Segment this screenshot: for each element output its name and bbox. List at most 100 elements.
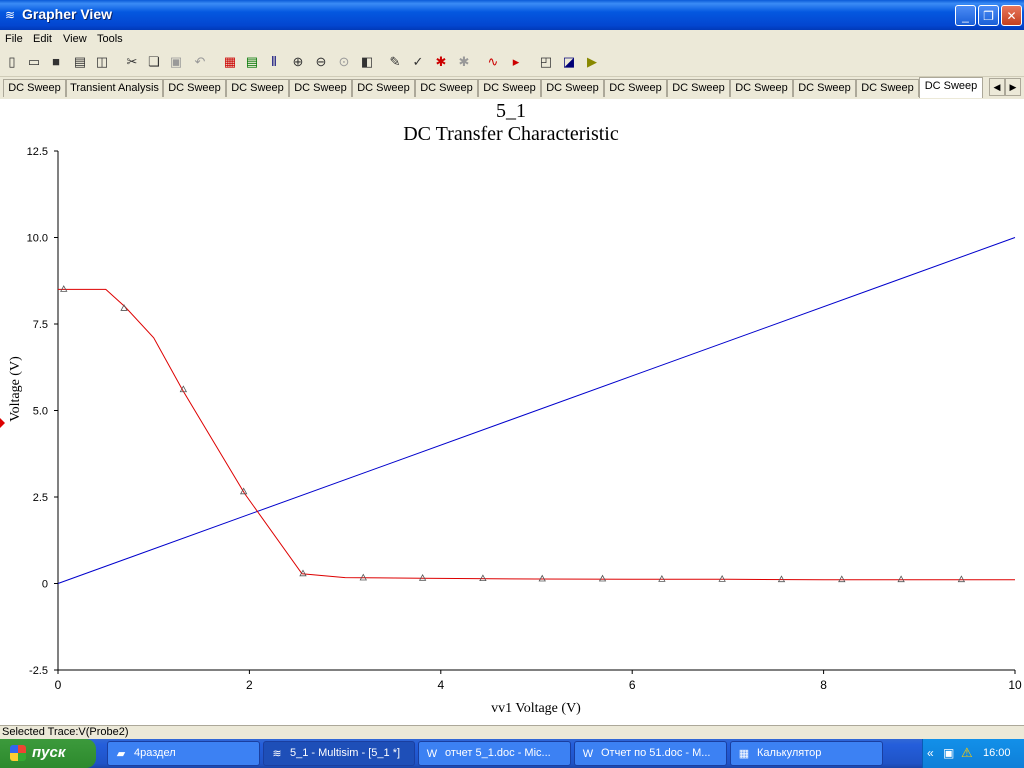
- y-tick-label: 5.0: [33, 406, 48, 418]
- tab-dc-sweep-active[interactable]: DC Sweep: [919, 77, 983, 98]
- taskbar: пуск ▰ 4раздел ≋ 5_1 - Multisim - [5_1 *…: [0, 739, 1024, 768]
- x-tick-label: 6: [629, 678, 636, 692]
- menu-edit[interactable]: Edit: [33, 33, 52, 45]
- tab-dc-sweep[interactable]: DC Sweep: [793, 79, 856, 97]
- cursors-icon[interactable]: ⫴: [266, 54, 282, 70]
- tab-scroll-left-icon[interactable]: ◀: [989, 78, 1005, 96]
- open-icon[interactable]: ▭: [26, 54, 42, 70]
- menu-bar: File Edit View Tools: [0, 30, 1024, 49]
- clock: 16:00: [983, 747, 1011, 759]
- minimize-button[interactable]: _: [955, 5, 976, 26]
- word-icon: W: [426, 748, 438, 760]
- select-marks-icon[interactable]: ▸: [508, 54, 524, 70]
- data-point-marker: [957, 575, 966, 583]
- windows-logo-icon: [10, 745, 26, 761]
- overlay-icon[interactable]: ◰: [538, 54, 554, 70]
- data-point-marker: [598, 574, 607, 582]
- plot-area[interactable]: 5_1 DC Transfer Characteristic -2.5 0 2.5 5.0…: [0, 99, 1024, 725]
- y-axis-label: Voltage (V): [8, 356, 23, 422]
- save-icon[interactable]: ■: [48, 54, 64, 70]
- start-button[interactable]: пуск: [0, 739, 96, 768]
- export-lab-icon[interactable]: ✱: [456, 54, 472, 70]
- y-tick-label: -2.5: [29, 665, 48, 677]
- taskbar-item-word-2[interactable]: W Отчет по 51.doc - M...: [574, 741, 727, 766]
- tab-transient-analysis[interactable]: Transient Analysis: [66, 79, 163, 97]
- tab-dc-sweep[interactable]: DC Sweep: [478, 79, 541, 97]
- grid-icon[interactable]: ▦: [222, 54, 238, 70]
- y-tick-label: 0: [42, 579, 48, 591]
- tab-dc-sweep[interactable]: DC Sweep: [3, 79, 66, 97]
- trace-icon[interactable]: ∿: [485, 54, 501, 70]
- toggle-background-icon[interactable]: ◧: [359, 54, 375, 70]
- tab-dc-sweep[interactable]: DC Sweep: [352, 79, 415, 97]
- y-tick-label: 10.0: [27, 233, 48, 245]
- data-point-marker: [718, 575, 726, 582]
- taskbar-item-word-1[interactable]: W отчет 5_1.doc - Mic...: [418, 741, 571, 766]
- export-icon[interactable]: ✎: [387, 54, 403, 70]
- export-mathcad-icon[interactable]: ✱: [433, 54, 449, 70]
- copy-icon[interactable]: ❏: [146, 54, 162, 70]
- reverse-colors-icon[interactable]: ◪: [561, 54, 577, 70]
- taskbar-item-label: Отчет по 51.doc - M...: [601, 747, 711, 759]
- data-point-marker: [538, 574, 546, 582]
- chart-svg[interactable]: 5_1DC Transfer Characteristic -2.5 0 2.5 5.0…: [0, 99, 1024, 725]
- restore-button[interactable]: ❐: [978, 5, 999, 26]
- chart-subtitle: DC Transfer Characteristic: [403, 123, 619, 145]
- export-excel-icon[interactable]: ✓: [410, 54, 426, 70]
- menu-file[interactable]: File: [5, 33, 23, 45]
- series-line-2: [58, 288, 1015, 581]
- data-point-marker: [897, 575, 905, 583]
- cut-icon[interactable]: ✂: [124, 54, 140, 70]
- paste-icon[interactable]: ▣: [168, 54, 184, 70]
- tab-dc-sweep[interactable]: DC Sweep: [289, 79, 352, 97]
- undo-icon[interactable]: ↶: [192, 54, 208, 70]
- multisim-icon: ≋: [272, 748, 282, 760]
- tab-dc-sweep[interactable]: DC Sweep: [604, 79, 667, 97]
- x-tick-label: 4: [437, 678, 444, 692]
- warning-icon[interactable]: ⚠: [961, 745, 973, 761]
- y-tick-label: 12.5: [27, 146, 48, 158]
- taskbar-item-label: Калькулятор: [757, 747, 822, 759]
- x-tick-label: 2: [246, 678, 253, 692]
- taskbar-item-calculator[interactable]: ▦ Калькулятор: [730, 741, 883, 766]
- system-tray: « ▣ ⚠ 16:00: [922, 739, 1024, 768]
- data-point-marker: [658, 575, 666, 582]
- taskbar-item-multisim[interactable]: ≋ 5_1 - Multisim - [5_1 *]: [263, 741, 415, 766]
- tab-dc-sweep[interactable]: DC Sweep: [856, 79, 919, 97]
- x-tick-label: 0: [55, 678, 62, 692]
- tab-scroll-right-icon[interactable]: ▶: [1005, 78, 1021, 96]
- data-point-marker: [479, 574, 487, 582]
- tab-dc-sweep[interactable]: DC Sweep: [730, 79, 793, 97]
- menu-tools[interactable]: Tools: [97, 33, 123, 45]
- grapher-icon: ≋: [5, 8, 16, 22]
- properties-icon[interactable]: ▶: [584, 54, 600, 70]
- taskbar-item-label: 4раздел: [134, 747, 176, 759]
- folder-icon: ▰: [116, 748, 126, 760]
- network-icon[interactable]: ▣: [943, 746, 954, 760]
- x-tick-label: 10: [1008, 678, 1022, 692]
- data-point-marker: [777, 575, 786, 583]
- legend-icon[interactable]: ▤: [244, 54, 260, 70]
- tab-dc-sweep[interactable]: DC Sweep: [541, 79, 604, 97]
- chart-title: 5_1: [496, 100, 526, 122]
- zoom-in-icon[interactable]: ⊕: [290, 54, 306, 70]
- tray-expand-icon[interactable]: «: [927, 746, 934, 760]
- status-bar: Selected Trace:V(Probe2): [0, 725, 1024, 740]
- data-point-marker: [359, 573, 367, 581]
- new-icon[interactable]: ▯: [4, 54, 20, 70]
- tab-dc-sweep[interactable]: DC Sweep: [667, 79, 730, 97]
- toolbar: ▯ ▭ ■ ▤ ◫ ✂ ❏ ▣ ↶ ▦ ▤ ⫴ ⊕ ⊖ ⊙ ◧ ✎ ✓ ✱ ✱ …: [0, 49, 1024, 77]
- data-point-marker: [838, 575, 846, 583]
- zoom-full-icon[interactable]: ⊙: [336, 54, 352, 70]
- taskbar-item-folder[interactable]: ▰ 4раздел: [107, 741, 260, 766]
- tab-dc-sweep[interactable]: DC Sweep: [226, 79, 289, 97]
- status-text: Selected Trace:V(Probe2): [2, 726, 129, 738]
- print-icon[interactable]: ▤: [72, 54, 88, 70]
- tab-dc-sweep[interactable]: DC Sweep: [163, 79, 226, 97]
- print-preview-icon[interactable]: ◫: [94, 54, 110, 70]
- close-button[interactable]: ✕: [1001, 5, 1022, 26]
- menu-view[interactable]: View: [63, 33, 87, 45]
- zoom-out-icon[interactable]: ⊖: [313, 54, 329, 70]
- selected-trace-marker: [0, 418, 5, 428]
- tab-dc-sweep[interactable]: DC Sweep: [415, 79, 478, 97]
